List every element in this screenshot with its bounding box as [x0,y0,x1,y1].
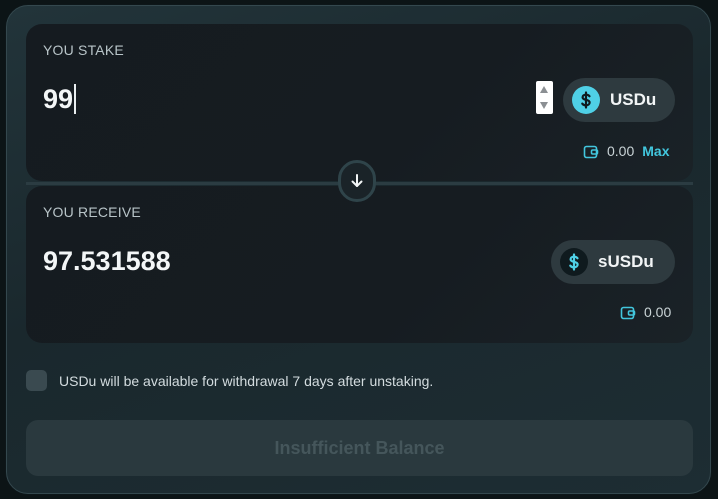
wallet-icon [620,306,636,319]
stake-panel: YOU STAKE 99 USDu 0.00 Max [26,24,693,181]
arrow-down-icon [351,174,363,187]
stepper-down-icon[interactable] [540,102,548,109]
receive-balance: 0.00 [620,304,671,320]
dollar-icon [572,86,600,114]
receive-amount: 97.531588 [43,246,171,276]
insufficient-balance-button[interactable]: Insufficient Balance [26,420,693,476]
text-caret [74,83,76,114]
withdrawal-notice: USDu will be available for withdrawal 7 … [59,373,434,389]
swap-direction-button[interactable] [338,160,376,202]
receive-label: YOU RECEIVE [43,204,141,220]
receive-balance-value: 0.00 [644,304,672,320]
stepper-up-icon[interactable] [540,86,548,93]
max-button[interactable]: Max [642,143,669,159]
stake-amount-input[interactable]: 99 [43,83,76,115]
stake-amount-value: 99 [43,84,74,114]
acknowledge-checkbox[interactable] [26,370,47,391]
stake-balance: 0.00 Max [583,143,669,159]
receive-panel: YOU RECEIVE 97.531588 sUSDu 0.00 [26,186,693,343]
receive-token-name: sUSDu [598,252,654,271]
stake-token-name: USDu [610,90,657,109]
stake-balance-value: 0.00 [607,143,635,159]
wallet-icon [583,145,599,158]
stake-label: YOU STAKE [43,42,124,58]
amount-stepper[interactable] [536,81,553,114]
dollar-icon [560,248,588,276]
stake-token-selector[interactable]: USDu [563,78,675,122]
receive-token-selector[interactable]: sUSDu [551,240,675,284]
